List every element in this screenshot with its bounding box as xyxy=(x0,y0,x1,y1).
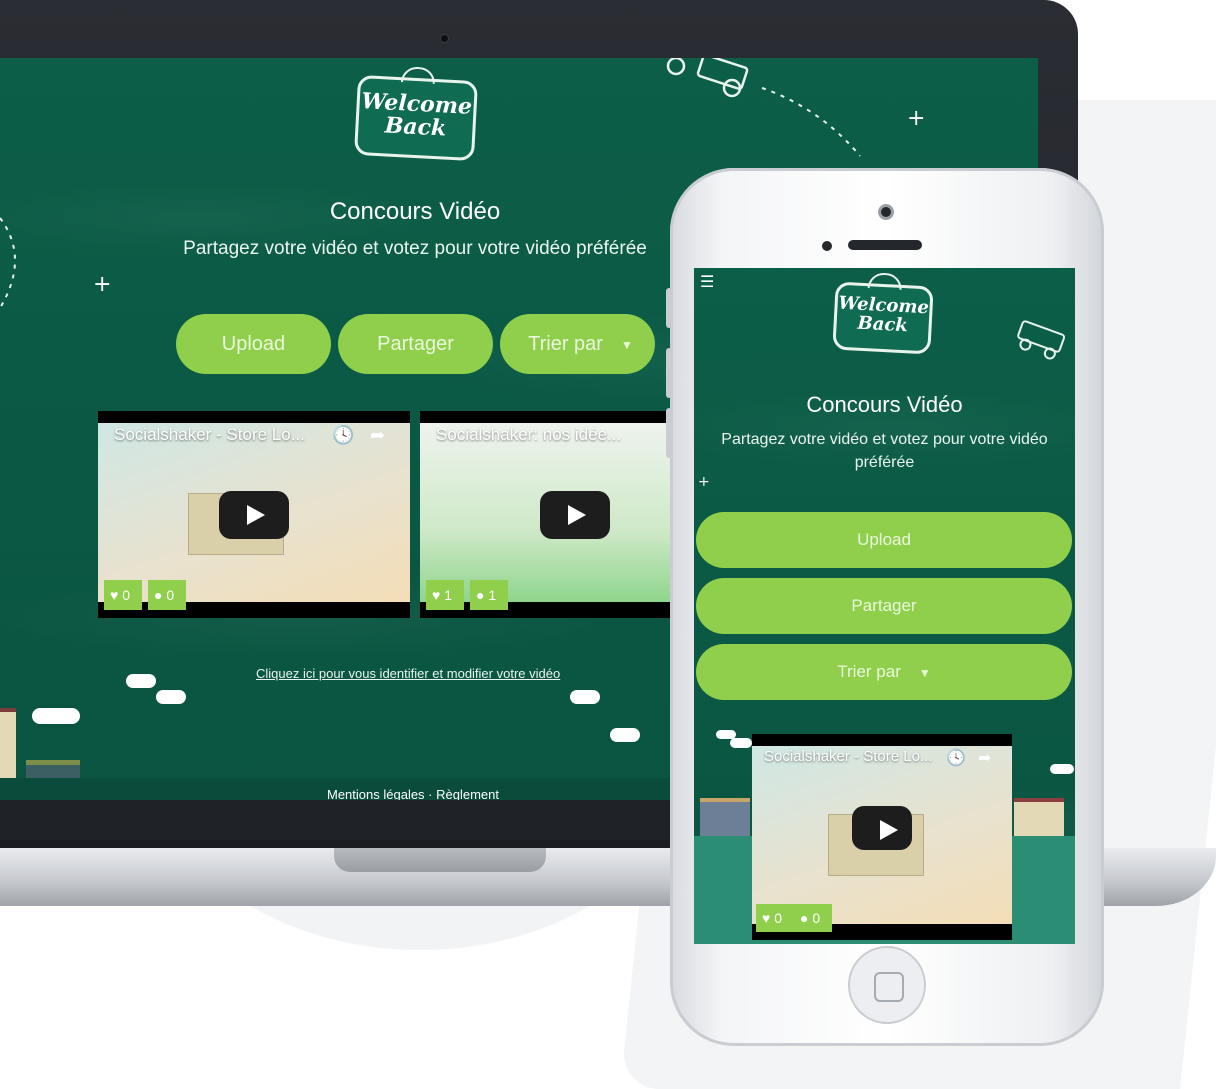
clock-icon[interactable]: 🕓 xyxy=(946,748,966,768)
building-illustration xyxy=(26,760,80,778)
plus-doodle: + xyxy=(698,474,710,490)
hamburger-icon[interactable]: ☰ xyxy=(700,275,714,291)
plus-doodle: + xyxy=(907,106,926,131)
welcome-back-logo: Welcome Back xyxy=(832,281,934,355)
comment-count-value: 0 xyxy=(812,910,821,926)
comment-icon: ● xyxy=(154,587,163,603)
play-icon[interactable] xyxy=(540,491,610,539)
cloud-decoration xyxy=(730,738,752,748)
cloud-decoration xyxy=(1050,764,1074,774)
caret-down-icon: ▼ xyxy=(620,337,633,352)
comment-icon: ● xyxy=(800,910,809,926)
plus-doodle: + xyxy=(93,272,112,297)
heart-icon: ♥ xyxy=(110,587,119,603)
sort-dropdown[interactable]: Trier par ▼ xyxy=(696,644,1072,700)
phone-side-button xyxy=(666,288,672,328)
like-count-value: 1 xyxy=(444,587,452,603)
cloud-decoration xyxy=(156,690,186,704)
comment-count[interactable]: ● 0 xyxy=(148,580,186,610)
sort-dropdown-label: Trier par xyxy=(837,662,901,681)
comment-count-value: 0 xyxy=(166,587,175,603)
phone-device: ☰ Welcome Back Concours Vidéo Partagez v… xyxy=(666,168,1104,1046)
building-illustration xyxy=(0,708,16,778)
like-count-value: 0 xyxy=(774,910,782,926)
share-button[interactable]: Partager xyxy=(696,578,1072,634)
share-button-label: Partager xyxy=(377,333,454,355)
phone-sensor xyxy=(822,241,832,251)
share-button-label: Partager xyxy=(851,596,917,615)
sort-dropdown-label: Trier par xyxy=(528,333,603,355)
sort-dropdown[interactable]: Trier par ▼ xyxy=(500,314,655,374)
share-button[interactable]: Partager xyxy=(338,314,493,374)
heart-icon: ♥ xyxy=(762,910,771,926)
login-link[interactable]: Cliquez ici pour vous identifier et modi… xyxy=(256,666,560,681)
upload-button[interactable]: Upload xyxy=(696,512,1072,568)
share-arrow-icon[interactable]: ➦ xyxy=(978,748,991,768)
bus-doodle-icon xyxy=(666,58,861,157)
phone-side-button xyxy=(666,408,672,458)
play-icon[interactable] xyxy=(852,806,912,850)
video-card[interactable]: Socialshaker - Store Lo... 🕓 ➦ ♥ 0 ● 0 xyxy=(98,411,410,618)
upload-button[interactable]: Upload xyxy=(176,314,331,374)
cloud-decoration xyxy=(610,728,640,742)
cloud-decoration xyxy=(32,708,80,724)
welcome-back-logo: Welcome Back xyxy=(353,74,479,162)
like-count-value: 0 xyxy=(122,587,130,603)
share-arrow-icon[interactable]: ➦ xyxy=(370,425,385,446)
phone-side-button xyxy=(666,348,672,398)
video-title[interactable]: Socialshaker - Store Lo... xyxy=(764,748,932,765)
phone-camera xyxy=(878,204,894,220)
video-card[interactable]: Socialshaker - Store Lo... 🕓 ➦ ♥ 0 ● 0 xyxy=(752,734,1012,940)
comment-count[interactable]: ● 0 xyxy=(794,904,832,932)
play-icon[interactable] xyxy=(219,491,289,539)
like-count[interactable]: ♥ 0 xyxy=(104,580,142,610)
comment-count-value: 1 xyxy=(488,587,497,603)
cloud-decoration xyxy=(570,690,600,704)
bus-doodle-icon xyxy=(1017,320,1066,360)
comment-icon: ● xyxy=(476,587,485,603)
upload-button-label: Upload xyxy=(857,530,911,549)
laptop-notch xyxy=(334,848,546,872)
comment-count[interactable]: ● 1 xyxy=(470,580,508,610)
like-count[interactable]: ♥ 0 xyxy=(756,904,794,932)
upload-button-label: Upload xyxy=(221,333,286,355)
page-subtitle: Partagez votre vidéo et votez pour votre… xyxy=(721,431,1048,471)
heart-icon: ♥ xyxy=(432,587,441,603)
home-button[interactable] xyxy=(848,946,926,1024)
video-card[interactable]: Socialshaker: nos idée... ♥ 1 ● 1 xyxy=(420,411,680,618)
video-title[interactable]: Socialshaker: nos idée... xyxy=(436,425,621,445)
phone-speaker xyxy=(848,240,922,250)
video-title[interactable]: Socialshaker - Store Lo... xyxy=(114,425,305,445)
phone-screen: ☰ Welcome Back Concours Vidéo Partagez v… xyxy=(694,268,1075,944)
cloud-decoration xyxy=(126,674,156,688)
caret-down-icon: ▼ xyxy=(918,665,931,680)
clock-icon[interactable]: 🕓 xyxy=(332,425,354,446)
like-count[interactable]: ♥ 1 xyxy=(426,580,464,610)
laptop-camera xyxy=(440,34,449,43)
page-title: Concours Vidéo xyxy=(806,392,963,417)
footer-links[interactable]: Mentions légales · Règlement xyxy=(327,787,499,800)
